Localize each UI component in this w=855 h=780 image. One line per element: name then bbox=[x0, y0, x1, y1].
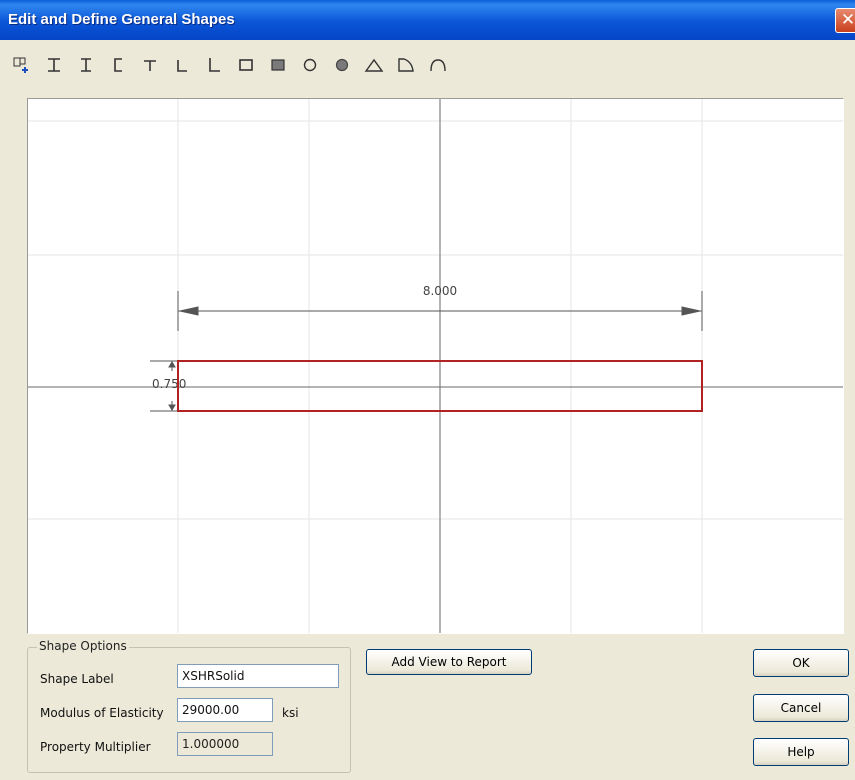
grid bbox=[28, 99, 843, 633]
i-beam-wide-button[interactable] bbox=[74, 52, 98, 78]
drawing-canvas[interactable]: 8.000 0.750 bbox=[27, 98, 844, 634]
close-button[interactable]: ✕ bbox=[835, 8, 855, 33]
angle-icon bbox=[177, 60, 187, 72]
arc-button[interactable] bbox=[426, 52, 450, 78]
width-dimension-label: 8.000 bbox=[423, 284, 457, 298]
tee-button[interactable] bbox=[138, 52, 162, 78]
i-beam-icon bbox=[48, 58, 60, 72]
rectangle-button[interactable] bbox=[234, 52, 258, 78]
shape-drawing: 8.000 0.750 bbox=[28, 99, 843, 633]
window-title: Edit and Define General Shapes bbox=[8, 11, 235, 28]
angle-button[interactable] bbox=[170, 52, 194, 78]
shape-toolbar bbox=[10, 52, 510, 78]
triangle-icon bbox=[364, 58, 384, 72]
i-beam-button[interactable] bbox=[42, 52, 66, 78]
filled-rectangle-icon bbox=[271, 59, 285, 71]
help-button[interactable]: Help bbox=[753, 738, 849, 766]
triangle-button[interactable] bbox=[362, 52, 386, 78]
quarter-round-icon bbox=[398, 58, 414, 72]
multiplier-label: Property Multiplier bbox=[40, 740, 151, 754]
cancel-button[interactable]: Cancel bbox=[753, 694, 849, 722]
close-icon: ✕ bbox=[840, 10, 855, 30]
height-dimension-label: 0.750 bbox=[152, 377, 186, 391]
shape-label-label: Shape Label bbox=[40, 672, 114, 686]
modulus-unit: ksi bbox=[282, 706, 299, 720]
channel-button[interactable] bbox=[106, 52, 130, 78]
filled-circle-icon bbox=[335, 58, 349, 72]
channel-icon bbox=[114, 58, 122, 72]
add-shape-icon bbox=[13, 57, 28, 73]
circle-button[interactable] bbox=[298, 52, 322, 78]
filled-rectangle-button[interactable] bbox=[266, 52, 290, 78]
shape-label-field[interactable]: XSHRSolid bbox=[177, 664, 339, 688]
circle-icon bbox=[303, 58, 317, 72]
i-beam-wide-icon bbox=[81, 58, 91, 72]
multiplier-field: 1.000000 bbox=[177, 732, 273, 756]
title-bar: Edit and Define General Shapes ✕ bbox=[0, 0, 855, 40]
add-view-to-report-button[interactable]: Add View to Report bbox=[366, 649, 532, 675]
rectangle-icon bbox=[239, 59, 253, 71]
angle-long-button[interactable] bbox=[202, 52, 226, 78]
ok-button[interactable]: OK bbox=[753, 649, 849, 677]
shape-options-title: Shape Options bbox=[37, 639, 129, 653]
add-shape-button[interactable] bbox=[10, 52, 34, 78]
filled-circle-button[interactable] bbox=[330, 52, 354, 78]
tee-icon bbox=[144, 60, 156, 71]
modulus-label: Modulus of Elasticity bbox=[40, 706, 164, 720]
quarter-round-button[interactable] bbox=[394, 52, 418, 78]
angle-long-icon bbox=[209, 58, 220, 72]
modulus-field[interactable]: 29000.00 bbox=[177, 698, 273, 722]
arc-icon bbox=[430, 59, 446, 72]
